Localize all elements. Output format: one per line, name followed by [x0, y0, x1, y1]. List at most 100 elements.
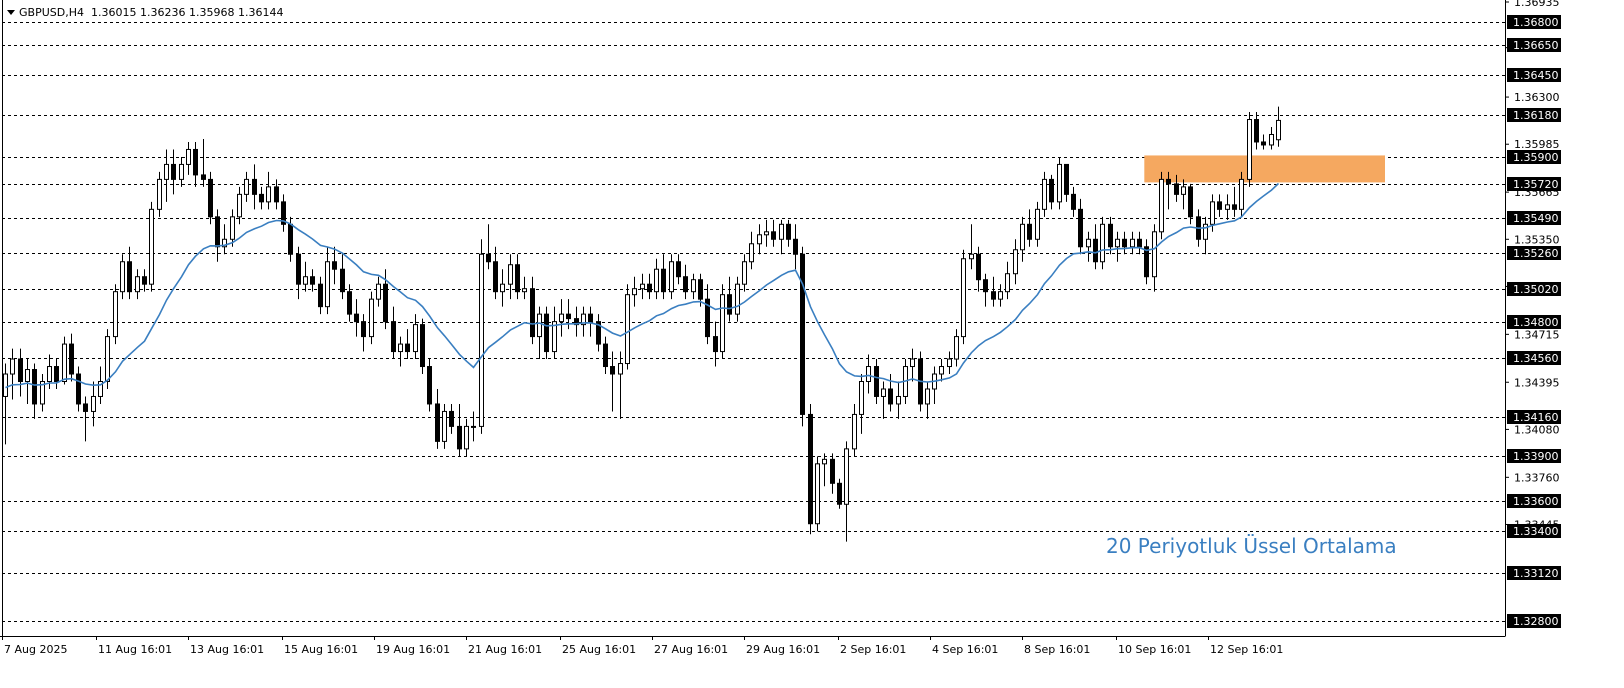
candle [479, 239, 484, 434]
candle-body-bullish [998, 291, 1003, 300]
candle-body-bearish [544, 313, 549, 353]
candle [800, 246, 805, 427]
candle-body-bullish [844, 448, 849, 505]
candle-body-bearish [566, 313, 571, 320]
supply-demand-zone [1144, 155, 1385, 183]
candle-body-bullish [1115, 238, 1120, 248]
candle-body-bullish [413, 324, 418, 353]
candle-body-bearish [610, 366, 615, 375]
candle [808, 403, 813, 535]
candle-body-bearish [1261, 141, 1266, 146]
candle-body-bearish [713, 336, 718, 353]
candle-body-bullish [822, 458, 827, 465]
candle-body-bearish [976, 253, 981, 281]
price-tag-label: 1.35720 [1513, 178, 1559, 191]
candle-body-bearish [332, 261, 337, 270]
candle-body-bullish [464, 425, 469, 450]
candle-body-bullish [1013, 249, 1018, 275]
candle-body-bullish [303, 276, 308, 285]
candle-body-bullish [266, 186, 271, 203]
price-tag-label: 1.36180 [1513, 109, 1559, 122]
candle-body-bullish [969, 253, 974, 260]
candle-body-bullish [1100, 223, 1105, 263]
candle-body-bullish [632, 288, 637, 296]
candle-body-bullish [1020, 223, 1025, 251]
candle-body-bullish [500, 283, 505, 293]
price-tag-label: 1.34800 [1513, 316, 1559, 329]
candle-body-bullish [1152, 231, 1157, 278]
candle-body-bearish [83, 403, 88, 412]
price-scale-label: 1.35350 [1514, 233, 1560, 246]
candle-body-bearish [727, 294, 732, 315]
candle-body-bullish [25, 369, 30, 383]
chart-header: GBPUSD,H4 1.36015 1.36236 1.35968 1.3614… [7, 6, 283, 19]
price-scale-label: 1.36300 [1514, 91, 1560, 104]
candle-body-bearish [405, 343, 410, 353]
candle-body-bullish [237, 193, 242, 218]
candle-body-bearish [1093, 238, 1098, 263]
candle [62, 336, 67, 385]
candle-body-bearish [683, 276, 688, 293]
candle-body-bearish [874, 366, 879, 397]
candle-body-bullish [720, 294, 725, 353]
price-tag-label: 1.34560 [1513, 352, 1559, 365]
candle-body-bearish [347, 291, 352, 315]
candle-body-bearish [1049, 178, 1054, 203]
candle [1057, 156, 1062, 210]
candle-body-bearish [786, 223, 791, 240]
candle-body-bearish [983, 279, 988, 293]
candle-body-bullish [398, 343, 403, 353]
candle-body-bullish [376, 283, 381, 300]
candle-body-bearish [888, 388, 893, 405]
candle-body-bearish [127, 261, 132, 293]
time-axis-label: 12 Sep 16:01 [1210, 643, 1283, 656]
price-tag-label: 1.35900 [1513, 151, 1559, 164]
time-axis-label: 8 Sep 16:01 [1024, 643, 1090, 656]
candle-body-bearish [259, 193, 264, 203]
candle-body-bearish [296, 253, 301, 285]
candle-body-bullish [1247, 119, 1252, 180]
time-axis-label: 15 Aug 16:01 [284, 643, 358, 656]
candle-body-bearish [837, 482, 842, 505]
candle-body-bearish [1071, 193, 1076, 210]
price-tag-label: 1.35490 [1513, 212, 1559, 225]
candle-body-bullish [1269, 133, 1274, 146]
price-tag-label: 1.33600 [1513, 495, 1559, 508]
candle-body-bearish [383, 283, 388, 323]
time-axis-label: 19 Aug 16:01 [376, 643, 450, 656]
price-tag-label: 1.36450 [1513, 69, 1559, 82]
candle [427, 359, 432, 412]
candle-body-bullish [369, 298, 374, 338]
candle-body-bearish [1217, 201, 1222, 210]
candle-body-bullish [1276, 119, 1281, 141]
candle-body-bullish [186, 148, 191, 165]
candle-body-bullish [471, 425, 476, 428]
candle-body-bearish [449, 410, 454, 427]
candle-body-bullish [954, 336, 959, 360]
candle [369, 291, 374, 345]
candle-body-bearish [318, 283, 323, 308]
candle-body-bullish [896, 395, 901, 405]
candle [815, 456, 820, 532]
candle-body-bearish [1166, 178, 1171, 185]
candle-body-bullish [105, 336, 110, 383]
candle-body-bearish [515, 264, 520, 293]
candle-body-bullish [522, 288, 527, 293]
candle-body-bearish [435, 403, 440, 442]
candle-body-bullish [1130, 238, 1135, 248]
candle-body-bullish [859, 381, 864, 415]
candle-body-bearish [793, 238, 798, 255]
candle-body-bearish [1064, 163, 1069, 195]
candle-body-bullish [1225, 204, 1230, 210]
candle [1159, 171, 1164, 240]
symbol-label: GBPUSD,H4 [19, 6, 84, 19]
candle-body-bullish [91, 395, 96, 412]
candle-body-bearish [1174, 183, 1179, 195]
candle-body-bullish [1159, 178, 1164, 233]
price-scale-label: 1.34080 [1514, 423, 1560, 436]
candle-body-bullish [244, 178, 249, 195]
candle-body-bearish [54, 366, 59, 383]
candle-body-bullish [442, 410, 447, 442]
time-axis-label: 10 Sep 16:01 [1118, 643, 1191, 656]
candle-body-bullish [939, 366, 944, 375]
